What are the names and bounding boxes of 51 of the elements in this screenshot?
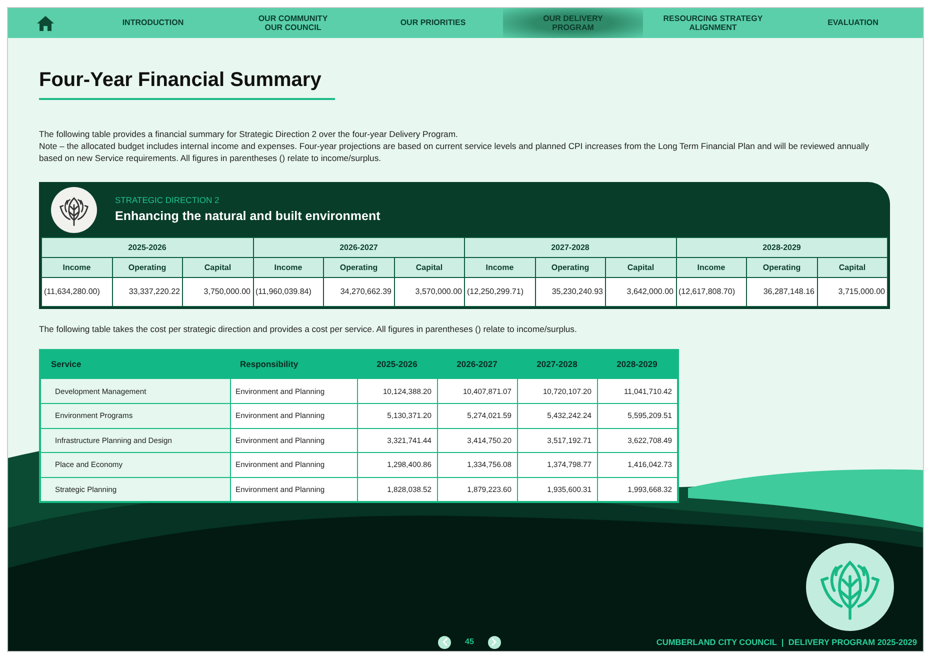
nav-tab[interactable]: INTRODUCTION [83, 8, 223, 38]
table-cell: 33,337,220.22 [112, 278, 182, 307]
column-header: Responsibility [230, 350, 357, 379]
table-cell: (12,250,299.71) [464, 278, 535, 307]
column-header: 2025-2026 [42, 238, 253, 258]
table-cell: 3,715,000.00 [817, 278, 888, 307]
intro-paragraph: Note – the allocated budget includes internal income and expenses. Four-year projections are based on current service levels and planned CPI increases from the Long Term Financial Plan and will be reviewed annually based on new Service requirements. All figures in parentheses () relate to income/surplus. [39, 140, 870, 164]
services-note: The following table takes the cost per strategic direction and provides a cost per service. All figures in parentheses () relate to income/surplus. [39, 323, 578, 336]
column-header: 2026-2027 [437, 350, 517, 379]
footer-text: CUMBERLAND CITY COUNCIL | DELIVERY PROGRAM 2025-2029 [656, 636, 917, 648]
nav-tab[interactable]: OUR PRIORITIES [363, 8, 503, 38]
direction-label: STRATEGIC DIRECTION 2 [115, 194, 220, 207]
direction-title: Enhancing the natural and built environment [115, 208, 380, 225]
table-cell: 3,642,000.00 [606, 278, 676, 307]
lotus-icon [51, 186, 97, 233]
table-cell: (11,634,280.00) [42, 278, 112, 307]
column-header: 2028-2029 [597, 350, 678, 379]
table-cell: 35,230,240.93 [535, 278, 606, 307]
column-header: Capital [394, 258, 464, 278]
column-header: Operating [535, 258, 606, 278]
column-header: Operating [746, 258, 817, 278]
nav-tab[interactable]: OUR COMMUNITY OUR COUNCIL [223, 8, 363, 38]
column-header: Income [253, 258, 324, 278]
table-cell: 34,270,662.39 [324, 278, 394, 307]
intro-paragraph: The following table provides a financial summary for Strategic Direction 2 over the four-year Delivery Program. [39, 128, 459, 140]
column-header: 2025-2026 [357, 350, 437, 379]
column-header: Capital [817, 258, 888, 278]
column-header: Income [42, 258, 112, 278]
column-header: Operating [112, 258, 182, 278]
chevron-right-icon [491, 638, 498, 646]
column-header: 2027-2028 [464, 238, 676, 258]
nav-tab[interactable]: EVALUATION [783, 8, 923, 38]
nav-tab[interactable]: RESOURCING STRATEGY ALIGNMENT [643, 8, 783, 38]
page-title: Four-Year Financial Summary [39, 65, 336, 100]
column-header: 2026-2027 [253, 238, 464, 258]
chevron-left-icon [442, 638, 448, 646]
column-header: Income [464, 258, 535, 278]
column-header: Capital [182, 258, 253, 278]
column-header: Operating [324, 258, 394, 278]
column-header: Capital [606, 258, 676, 278]
home-icon[interactable] [37, 16, 54, 30]
column-header: 2028-2029 [676, 238, 888, 258]
table-cell: (12,617,808.70) [676, 278, 746, 307]
table-cell: 3,750,000.00 [182, 278, 253, 307]
column-header: Service [40, 350, 230, 379]
page-number: 45 [465, 636, 474, 648]
table-cell: 3,570,000.00 [394, 278, 464, 307]
column-header: Income [676, 258, 746, 278]
table-cell: 36,287,148.16 [746, 278, 817, 307]
column-header: 2027-2028 [517, 350, 597, 379]
table-cell: (11,960,039.84) [253, 278, 324, 307]
